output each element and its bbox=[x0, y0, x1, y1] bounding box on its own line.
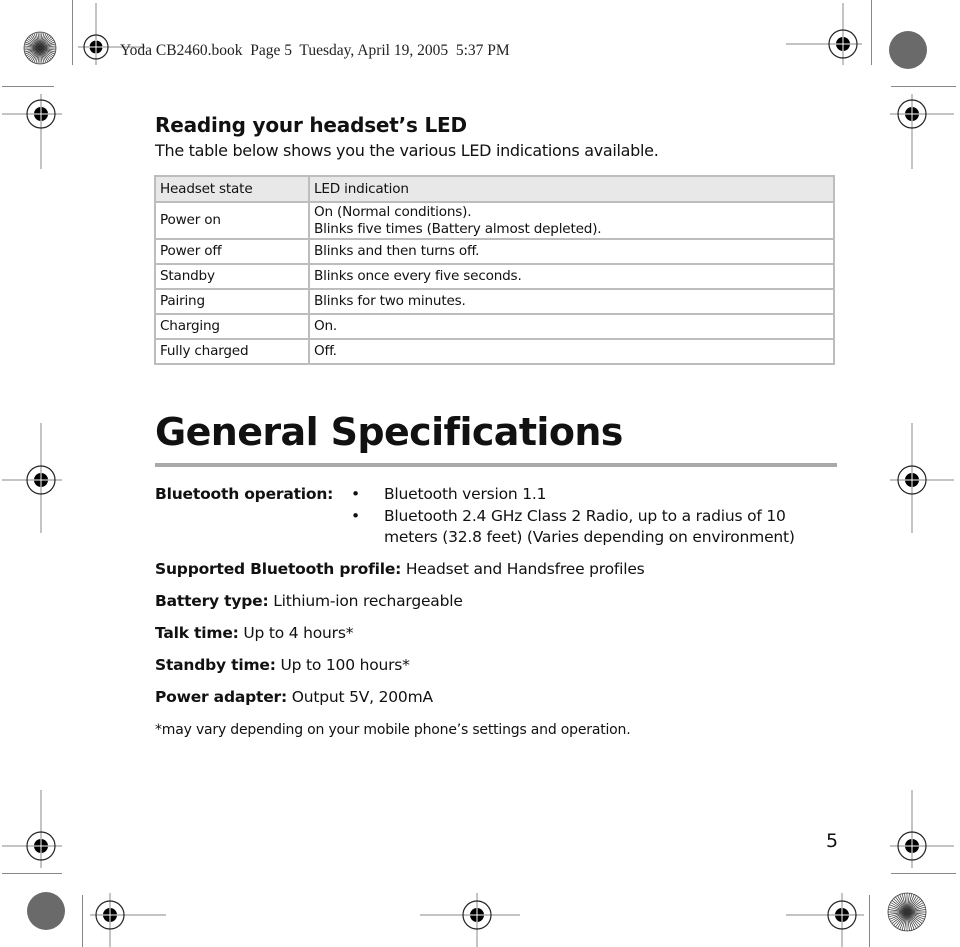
led-indication-cell: Off. bbox=[308, 338, 835, 365]
spec-value: Up to 100 hours* bbox=[275, 656, 410, 674]
spec-label: Supported Bluetooth profile: bbox=[155, 560, 402, 578]
spec-label: Bluetooth operation: bbox=[155, 485, 334, 503]
crop-line bbox=[72, 0, 73, 65]
print-header: Yoda CB2460.book Page 5 Tuesday, April 1… bbox=[120, 42, 510, 59]
registration-target-icon bbox=[90, 893, 166, 947]
column-header: Headset state bbox=[154, 175, 310, 203]
registration-target-icon bbox=[890, 94, 954, 169]
led-indication-line: Blinks five times (Battery almost deplet… bbox=[314, 220, 602, 237]
led-table: Headset state LED indication Power on On… bbox=[154, 175, 835, 365]
spec-label: Standby time: bbox=[155, 656, 276, 674]
spec-row: Talk time: Up to 4 hours* bbox=[155, 624, 353, 642]
spec-row: Supported Bluetooth profile: Headset and… bbox=[155, 560, 645, 578]
headset-state-cell: Power on bbox=[154, 201, 310, 240]
led-indication-cell: Blinks and then turns off. bbox=[308, 238, 835, 265]
registration-target-icon bbox=[786, 3, 862, 65]
registration-target-icon bbox=[786, 893, 864, 947]
headset-state-cell: Power off bbox=[154, 238, 310, 265]
table-row: Pairing Blinks for two minutes. bbox=[154, 288, 835, 315]
table-row: Fully charged Off. bbox=[154, 338, 835, 365]
spec-value: Output 5V, 200mA bbox=[286, 688, 433, 706]
led-indication-cell: On (Normal conditions). Blinks five time… bbox=[308, 201, 835, 240]
registration-target-icon bbox=[2, 423, 62, 533]
table-row: Power on On (Normal conditions). Blinks … bbox=[154, 201, 835, 240]
gray-disc-icon bbox=[888, 30, 927, 69]
table-header-row: Headset state LED indication bbox=[154, 175, 835, 203]
headset-state-cell: Charging bbox=[154, 313, 310, 340]
section-heading-led: Reading your headset’s LED bbox=[155, 113, 467, 137]
section-intro: The table below shows you the various LE… bbox=[155, 141, 659, 160]
spec-bullet-item-continued: meters (32.8 feet) (Varies depending on … bbox=[384, 528, 795, 546]
starburst-icon bbox=[887, 892, 927, 932]
registration-target-icon bbox=[890, 423, 954, 533]
bullet: • bbox=[351, 485, 361, 503]
led-indication-cell: Blinks once every five seconds. bbox=[308, 263, 835, 290]
registration-target-icon bbox=[2, 94, 62, 169]
gray-disc-icon bbox=[26, 891, 65, 930]
spec-row: Power adapter: Output 5V, 200mA bbox=[155, 688, 433, 706]
spec-label: Power adapter: bbox=[155, 688, 287, 706]
starburst-icon bbox=[23, 31, 57, 65]
spec-value: Up to 4 hours* bbox=[238, 624, 354, 642]
column-header: LED indication bbox=[308, 175, 835, 203]
bullet: • bbox=[351, 507, 361, 525]
registration-target-icon bbox=[420, 893, 520, 947]
spec-bullet-item: Bluetooth 2.4 GHz Class 2 Radio, up to a… bbox=[384, 507, 786, 525]
spec-value: Lithium-ion rechargeable bbox=[268, 592, 463, 610]
headset-state-cell: Fully charged bbox=[154, 338, 310, 365]
page-number: 5 bbox=[826, 830, 839, 852]
page-title: General Specifications bbox=[155, 410, 623, 454]
spec-row: Battery type: Lithium-ion rechargeable bbox=[155, 592, 463, 610]
spec-bullet-item: Bluetooth version 1.1 bbox=[384, 485, 547, 503]
table-row: Standby Blinks once every five seconds. bbox=[154, 263, 835, 290]
crop-line bbox=[891, 86, 956, 87]
spec-value: Headset and Handsfree profiles bbox=[401, 560, 645, 578]
spec-label: Talk time: bbox=[155, 624, 239, 642]
crop-line bbox=[82, 895, 83, 947]
table-row: Power off Blinks and then turns off. bbox=[154, 238, 835, 265]
headset-state-cell: Pairing bbox=[154, 288, 310, 315]
crop-line bbox=[871, 0, 872, 65]
heading-rule bbox=[155, 463, 837, 467]
led-indication-cell: Blinks for two minutes. bbox=[308, 288, 835, 315]
spec-bluetooth-operation-label: Bluetooth operation: bbox=[155, 485, 333, 503]
table-row: Charging On. bbox=[154, 313, 835, 340]
crop-line bbox=[2, 873, 62, 874]
spec-label: Battery type: bbox=[155, 592, 269, 610]
crop-line bbox=[2, 86, 54, 87]
crop-line bbox=[869, 895, 870, 947]
led-indication-cell: On. bbox=[308, 313, 835, 340]
crop-line bbox=[891, 873, 956, 874]
registration-target-icon bbox=[2, 790, 62, 868]
headset-state-cell: Standby bbox=[154, 263, 310, 290]
spec-row: Standby time: Up to 100 hours* bbox=[155, 656, 410, 674]
led-indication-line: On (Normal conditions). bbox=[314, 204, 472, 220]
footnote: *may vary depending on your mobile phone… bbox=[155, 722, 631, 738]
registration-target-icon bbox=[890, 790, 954, 868]
